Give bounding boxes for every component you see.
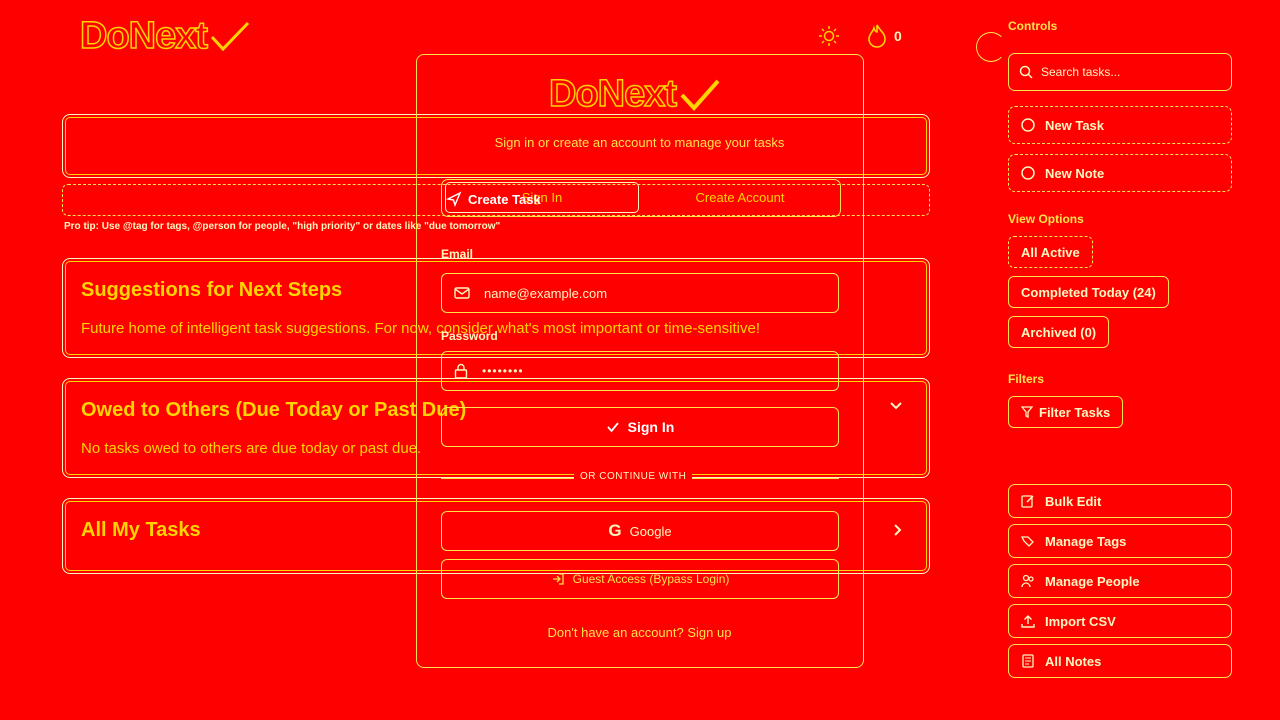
new-task-button[interactable]: New Task — [1008, 106, 1232, 144]
owed-title: Owed to Others (Due Today or Past Due) — [81, 399, 467, 421]
theme-toggle-button[interactable] — [818, 25, 840, 47]
manage-people-label: Manage People — [1045, 573, 1140, 589]
new-note-button[interactable]: New Note — [1008, 154, 1232, 192]
tab-create-account-label: Create Account — [695, 190, 785, 205]
search-input[interactable]: Search tasks... — [1008, 53, 1232, 91]
new-note-label: New Note — [1045, 165, 1105, 181]
filter-icon — [1021, 406, 1033, 418]
dialog-logo-check-icon — [680, 79, 720, 111]
google-button[interactable]: G Google — [441, 511, 839, 551]
owed-text: No tasks owed to others are due today or… — [81, 440, 422, 457]
view-all-active[interactable]: All Active — [1008, 236, 1093, 268]
check-icon — [606, 422, 619, 433]
view-completed-today-label: Completed Today (24) — [1021, 284, 1156, 300]
create-task-button[interactable]: Create Task — [444, 184, 566, 214]
sidebar-collapse-button[interactable] — [976, 32, 1006, 62]
google-icon: G — [608, 521, 622, 540]
email-field[interactable]: name@example.com — [441, 273, 839, 313]
divider-text: OR CONTINUE WITH — [574, 471, 693, 482]
view-options-heading: View Options — [1008, 212, 1084, 226]
login-icon — [552, 573, 564, 585]
bulk-edit-button[interactable]: Bulk Edit — [1008, 484, 1232, 518]
filter-tasks-label: Filter Tasks — [1039, 404, 1111, 420]
import-csv-label: Import CSV — [1045, 613, 1116, 629]
all-notes-label: All Notes — [1045, 653, 1102, 669]
app-logo-text: DoNext — [79, 14, 209, 58]
streak-counter: 0 — [866, 23, 902, 49]
app-logo: DoNext — [79, 14, 251, 58]
tab-create-account[interactable]: Create Account — [642, 182, 838, 213]
controls-heading: Controls — [1008, 19, 1058, 33]
plus-circle-icon — [1021, 166, 1035, 180]
flame-icon — [868, 24, 886, 48]
search-icon — [1019, 65, 1033, 79]
suggestions-title: Suggestions for Next Steps — [81, 279, 343, 301]
lock-icon — [454, 363, 468, 379]
notes-icon — [1022, 654, 1034, 668]
email-placeholder: name@example.com — [484, 285, 608, 301]
chevron-right-icon — [894, 524, 902, 536]
password-label: Password — [441, 329, 498, 343]
people-icon — [1021, 574, 1034, 588]
sign-in-button[interactable]: Sign In — [441, 407, 839, 447]
all-tasks-toggle[interactable] — [893, 523, 903, 537]
logo-check-icon — [210, 21, 250, 52]
password-placeholder: •••••••• — [482, 364, 524, 378]
sign-in-button-label: Sign In — [627, 419, 675, 435]
edit-icon — [1021, 495, 1034, 508]
auth-dialog: DoNext Sign in or create an account to m… — [416, 54, 864, 668]
manage-tags-label: Manage Tags — [1045, 533, 1127, 549]
send-icon — [446, 191, 462, 207]
manage-tags-button[interactable]: Manage Tags — [1008, 524, 1232, 558]
all-notes-button[interactable]: All Notes — [1008, 644, 1232, 678]
guest-access-button[interactable]: Guest Access (Bypass Login) — [441, 559, 839, 599]
bulk-edit-label: Bulk Edit — [1045, 493, 1102, 509]
filter-tasks-button[interactable]: Filter Tasks — [1008, 396, 1124, 428]
view-all-active-label: All Active — [1021, 244, 1080, 260]
guest-access-label: Guest Access (Bypass Login) — [572, 572, 730, 586]
tags-icon — [1021, 536, 1034, 547]
email-label: Email — [441, 247, 474, 261]
dialog-logo: DoNext — [548, 72, 722, 116]
all-tasks-title: All My Tasks — [81, 519, 201, 541]
streak-count: 0 — [894, 28, 902, 44]
filters-heading: Filters — [1008, 372, 1045, 386]
view-completed-today[interactable]: Completed Today (24) — [1008, 276, 1169, 308]
search-placeholder: Search tasks... — [1041, 65, 1121, 79]
owed-toggle[interactable] — [889, 401, 903, 411]
dialog-subtitle: Sign in or create an account to manage y… — [494, 135, 785, 150]
new-task-label: New Task — [1045, 117, 1105, 133]
signup-link[interactable]: Don't have an account? Sign up — [417, 625, 862, 640]
chevron-down-icon — [890, 402, 902, 410]
view-archived-label: Archived (0) — [1021, 324, 1097, 340]
plus-circle-icon — [1021, 118, 1035, 132]
google-button-label: Google — [629, 523, 672, 539]
create-task-label: Create Task — [468, 191, 541, 207]
import-csv-button[interactable]: Import CSV — [1008, 604, 1232, 638]
dialog-logo-text: DoNext — [548, 72, 678, 116]
view-archived[interactable]: Archived (0) — [1008, 316, 1110, 348]
manage-people-button[interactable]: Manage People — [1008, 564, 1232, 598]
mail-icon — [454, 287, 470, 299]
upload-icon — [1021, 615, 1035, 628]
sun-icon — [819, 26, 839, 46]
password-field[interactable]: •••••••• — [441, 351, 839, 391]
